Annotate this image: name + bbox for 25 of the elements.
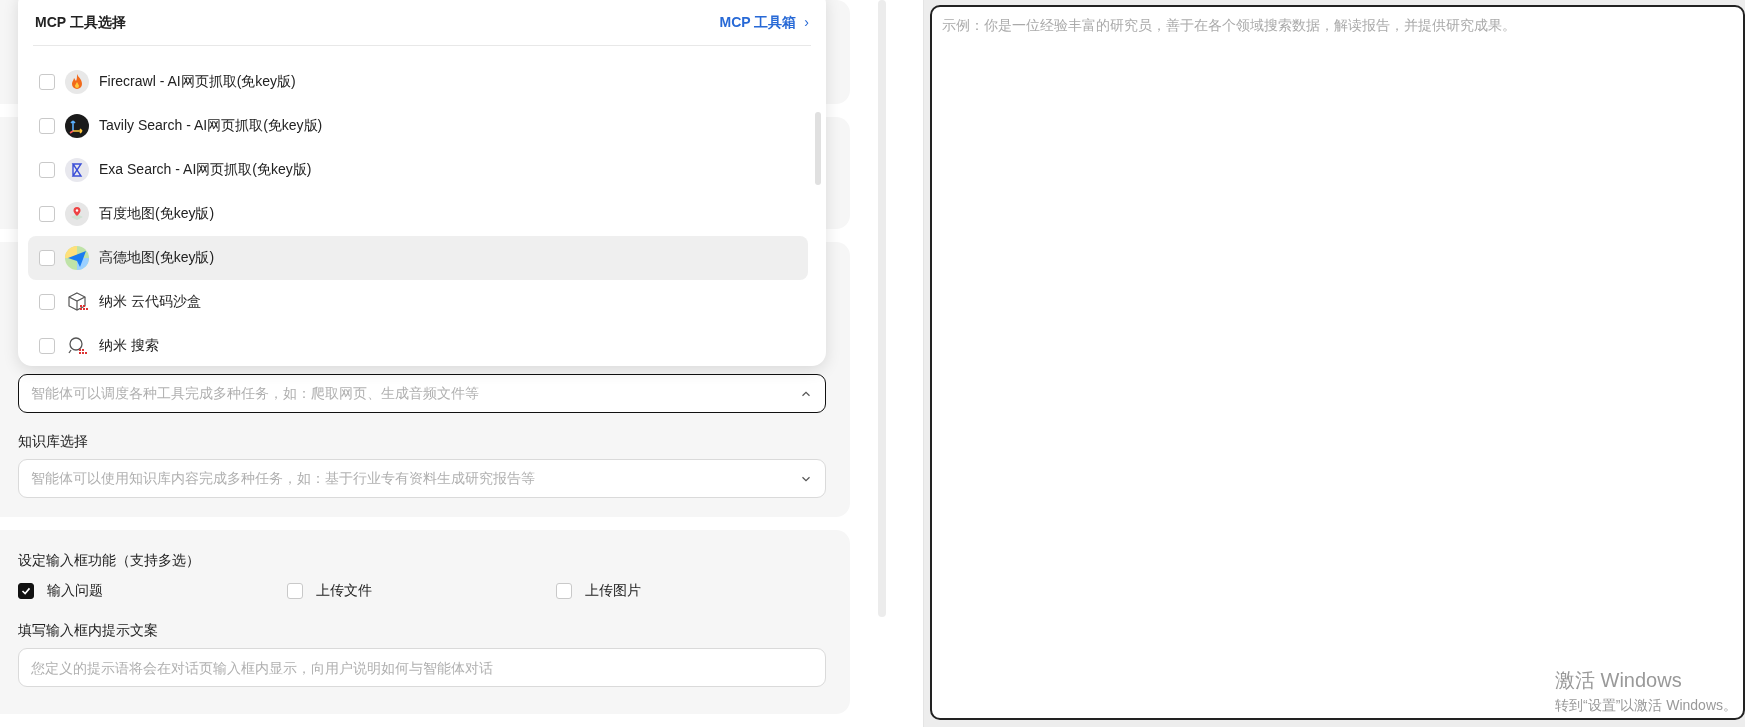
field-label: 设定输入框功能（支持多选）	[18, 551, 201, 570]
option-label: 上传文件	[316, 582, 372, 600]
arrows-icon	[65, 114, 89, 138]
field-label: 填写输入框内提示文案	[18, 621, 159, 640]
option-label: 输入问题	[47, 582, 103, 600]
input-field[interactable]: 您定义的提示语将会在对话页输入框内显示，向用户说明如何与智能体对话	[18, 648, 826, 687]
map-pin-icon	[65, 202, 89, 226]
field-label: 知识库选择	[18, 432, 89, 451]
toolbox-link[interactable]: MCP 工具箱 ›	[719, 13, 809, 32]
tool-option[interactable]: Firecrawl - AI网页抓取(免key版)	[28, 60, 808, 104]
checkbox[interactable]	[18, 583, 34, 599]
activation-notice-text: 转到“设置”以激活 Windows。	[1555, 697, 1737, 715]
tool-option[interactable]: 百度地图(免key版)	[28, 192, 808, 236]
tool-option[interactable]: 高德地图(免key版)	[28, 236, 808, 280]
flame-icon	[65, 70, 89, 94]
tool-option[interactable]: 纳米 云代码沙盒	[28, 280, 808, 324]
paper-plane-icon	[65, 246, 89, 270]
dropdown-title: MCP 工具选择	[35, 13, 126, 32]
tool-option[interactable]: Tavily Search - AI网页抓取(免key版)	[28, 104, 808, 148]
tool-option[interactable]: 纳米 搜索	[28, 324, 808, 366]
hourglass-icon	[65, 158, 89, 182]
scrollbar[interactable]	[815, 112, 821, 185]
tool-option[interactable]: Exa Search - AI网页抓取(免key版)	[28, 148, 808, 192]
option-label: 上传图片	[585, 582, 641, 600]
activation-notice-title: 激活 Windows	[1555, 668, 1683, 693]
